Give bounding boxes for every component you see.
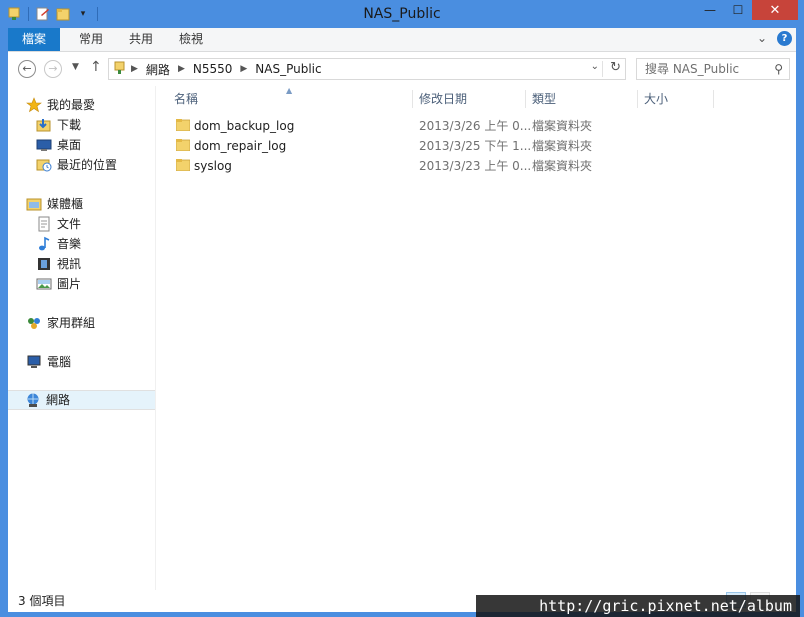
sidebar-item-label: 網路 <box>46 393 71 407</box>
sidebar-item-label: 視訊 <box>57 257 82 271</box>
file-date: 2013/3/23 上午 0... <box>419 159 532 173</box>
sidebar-item-desktop[interactable]: 桌面 <box>36 135 81 155</box>
search-placeholder: 搜尋 NAS_Public <box>645 62 740 76</box>
star-icon <box>26 97 42 113</box>
file-name: dom_backup_log <box>194 119 295 133</box>
address-field[interactable]: ▶ 網路 ▶ N5550 ▶ NAS_Public ⌄ ↻ <box>108 58 626 80</box>
file-date: 2013/3/26 上午 0... <box>419 119 532 133</box>
sidebar-item-favorites[interactable]: 我的最愛 <box>26 95 95 115</box>
sidebar-item-computer[interactable]: 電腦 <box>26 352 71 372</box>
film-icon <box>36 256 52 272</box>
table-row[interactable]: dom_backup_log 2013/3/26 上午 0... 檔案資料夾 <box>156 116 796 136</box>
folder-icon <box>176 159 190 171</box>
window-controls: — ☐ ✕ <box>696 0 798 20</box>
file-type: 檔案資料夾 <box>532 159 593 173</box>
file-type: 檔案資料夾 <box>532 119 593 133</box>
column-header-size[interactable]: 大小 <box>644 86 668 112</box>
back-button[interactable]: ← <box>18 60 36 78</box>
sidebar-item-label: 媒體櫃 <box>47 197 84 211</box>
refresh-icon[interactable]: ↻ <box>610 60 621 75</box>
close-button[interactable]: ✕ <box>752 0 798 20</box>
forward-button[interactable]: → <box>44 60 62 78</box>
computer-icon <box>26 354 42 370</box>
folder-icon <box>176 139 190 151</box>
sidebar-item-documents[interactable]: 文件 <box>36 214 81 234</box>
recent-places-icon <box>36 157 52 173</box>
sidebar-item-libraries[interactable]: 媒體櫃 <box>26 194 83 214</box>
sidebar-item-label: 圖片 <box>57 277 82 291</box>
breadcrumb-network[interactable]: 網路 <box>146 61 170 78</box>
sidebar-item-label: 電腦 <box>47 355 72 369</box>
sidebar-item-label: 文件 <box>57 217 82 231</box>
sidebar-item-label: 我的最愛 <box>47 98 96 112</box>
column-separator[interactable] <box>412 90 413 108</box>
sidebar-item-label: 家用群組 <box>47 316 96 330</box>
table-row[interactable]: syslog 2013/3/23 上午 0... 檔案資料夾 <box>156 156 796 176</box>
sidebar-item-label: 下載 <box>57 118 82 132</box>
recent-locations-icon[interactable]: ▼ <box>72 62 79 72</box>
sidebar-item-music[interactable]: 音樂 <box>36 234 81 254</box>
tab-file[interactable]: 檔案 <box>8 28 60 51</box>
breadcrumb-n5550[interactable]: N5550 <box>193 62 233 76</box>
item-count: 3 個項目 <box>18 594 66 608</box>
ribbon-right-controls: ⌄ ? <box>757 31 792 46</box>
column-separator[interactable] <box>525 90 526 108</box>
tab-share[interactable]: 共用 <box>116 28 166 51</box>
download-folder-icon <box>36 117 52 133</box>
desktop-icon <box>36 137 52 153</box>
search-input[interactable]: 搜尋 NAS_Public ⚲ <box>636 58 790 80</box>
up-button[interactable]: ↑ <box>90 59 102 75</box>
music-note-icon <box>36 236 52 252</box>
column-header-name[interactable]: 名稱 <box>174 86 198 112</box>
chevron-right-icon[interactable]: ▶ <box>178 64 185 74</box>
title-bar: ▾ NAS_Public — ☐ ✕ <box>0 0 804 28</box>
watermark: http://gric.pixnet.net/album <box>476 595 800 617</box>
help-icon[interactable]: ? <box>777 31 792 46</box>
explorer-window: ▾ NAS_Public — ☐ ✕ 檔案 常用 共用 檢視 ⌄ ? ← → ▼… <box>0 0 804 617</box>
sidebar-item-homegroup[interactable]: 家用群組 <box>26 313 95 333</box>
ribbon-tabs: 檔案 常用 共用 檢視 ⌄ ? <box>8 28 796 52</box>
sidebar-item-label: 桌面 <box>57 138 82 152</box>
maximize-button[interactable]: ☐ <box>724 0 752 20</box>
file-date: 2013/3/25 下午 1... <box>419 139 532 153</box>
sidebar-item-label: 最近的位置 <box>57 158 118 172</box>
navigation-pane: 我的最愛 下載 桌面 最近的位置 媒體櫃 文件 音樂 視訊 圖片 家用群組 電腦… <box>8 86 156 590</box>
file-name: syslog <box>194 159 232 173</box>
folder-icon <box>176 119 190 131</box>
content-area: 我的最愛 下載 桌面 最近的位置 媒體櫃 文件 音樂 視訊 圖片 家用群組 電腦… <box>8 86 796 590</box>
chevron-right-icon[interactable]: ▶ <box>131 64 138 74</box>
table-row[interactable]: dom_repair_log 2013/3/25 下午 1... 檔案資料夾 <box>156 136 796 156</box>
column-header-type[interactable]: 類型 <box>532 86 556 112</box>
breadcrumb-nas-public[interactable]: NAS_Public <box>255 62 321 76</box>
network-location-icon <box>113 61 127 78</box>
file-list: 名稱 ▲ 修改日期 類型 大小 dom_backup_log 2013/3/26… <box>156 86 796 590</box>
minimize-button[interactable]: — <box>696 0 724 20</box>
window-title: NAS_Public <box>363 6 441 22</box>
sidebar-item-label: 音樂 <box>57 237 82 251</box>
library-icon <box>26 196 42 212</box>
homegroup-icon <box>26 315 42 331</box>
file-type: 檔案資料夾 <box>532 139 593 153</box>
picture-icon <box>36 276 52 292</box>
column-separator[interactable] <box>637 90 638 108</box>
sidebar-item-network[interactable]: 網路 <box>8 390 155 410</box>
column-separator[interactable] <box>713 90 714 108</box>
document-icon <box>36 216 52 232</box>
address-divider <box>602 61 603 77</box>
network-icon <box>25 392 41 408</box>
sidebar-item-pictures[interactable]: 圖片 <box>36 274 81 294</box>
expand-ribbon-icon[interactable]: ⌄ <box>757 31 767 46</box>
sidebar-item-videos[interactable]: 視訊 <box>36 254 81 274</box>
sidebar-item-downloads[interactable]: 下載 <box>36 115 81 135</box>
tab-view[interactable]: 檢視 <box>166 28 216 51</box>
chevron-right-icon[interactable]: ▶ <box>240 64 247 74</box>
sidebar-item-recent-places[interactable]: 最近的位置 <box>36 155 117 175</box>
sort-ascending-icon: ▲ <box>286 86 293 95</box>
search-icon[interactable]: ⚲ <box>774 59 783 79</box>
column-header-date[interactable]: 修改日期 <box>419 86 467 112</box>
tab-home[interactable]: 常用 <box>66 28 116 51</box>
navigation-bar: ← → ▼ ↑ ▶ 網路 ▶ N5550 ▶ NAS_Public ⌄ ↻ 搜尋… <box>8 52 796 86</box>
file-name: dom_repair_log <box>194 139 287 153</box>
chevron-down-icon[interactable]: ⌄ <box>591 61 599 72</box>
